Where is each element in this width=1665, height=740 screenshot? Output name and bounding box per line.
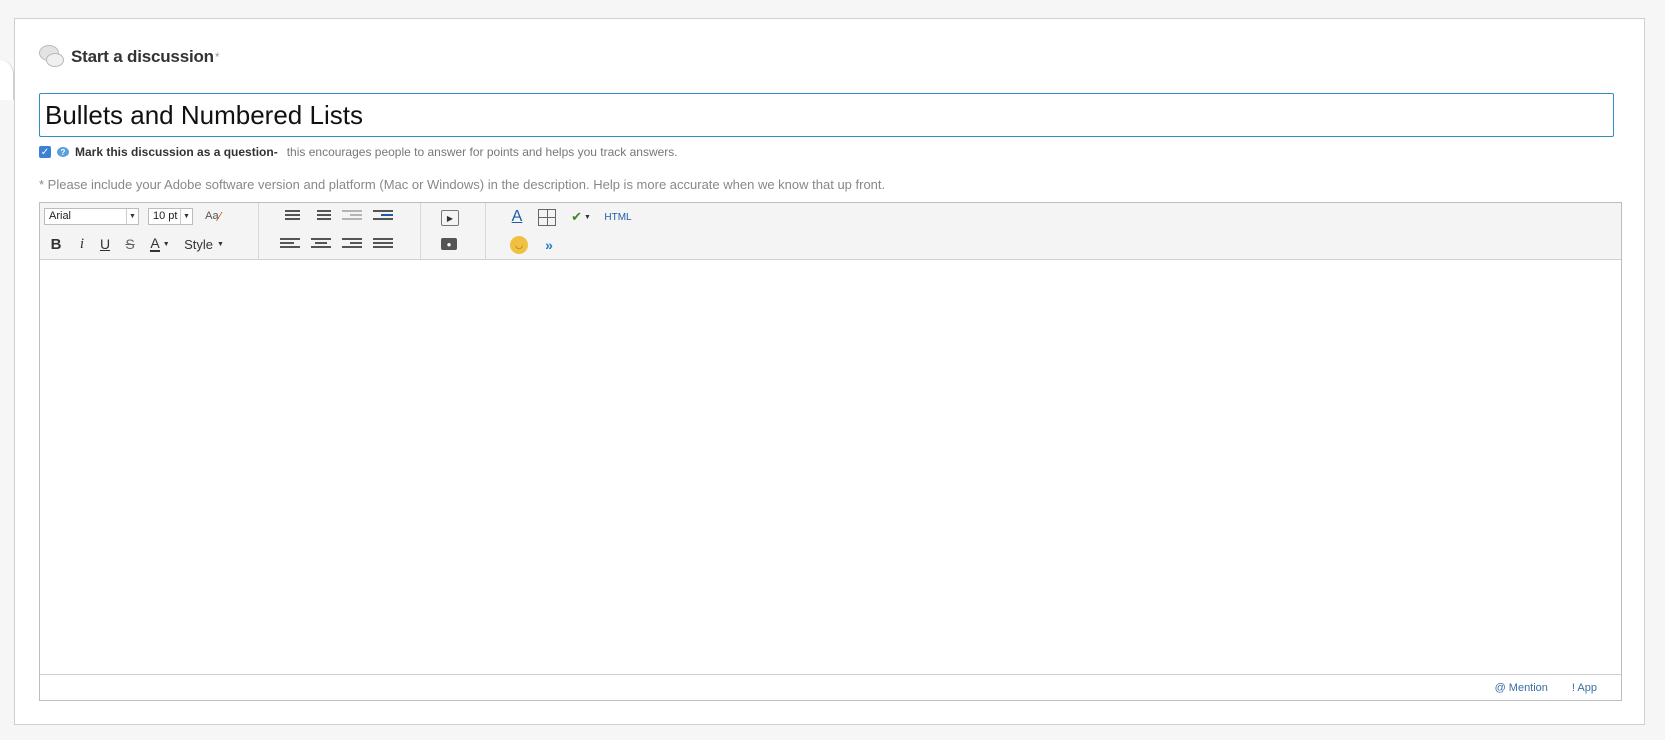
italic-icon[interactable]: i — [74, 235, 90, 253]
page-title: Start a discussion — [71, 47, 214, 66]
outdent-icon[interactable] — [342, 210, 362, 224]
question-description: this encourages people to answer for poi… — [286, 145, 678, 159]
rich-text-editor: Arial ▼ 10 pt ▼ Aa⁄ B i U S A▼ Style▼ — [39, 202, 1622, 701]
justify-icon[interactable] — [373, 238, 393, 252]
header: Start a discussion * — [39, 45, 220, 69]
indent-icon[interactable] — [373, 210, 393, 224]
app-link[interactable]: ! App — [1572, 682, 1597, 694]
align-right-icon[interactable] — [342, 238, 362, 252]
align-left-icon[interactable] — [280, 238, 300, 252]
html-button[interactable]: HTML — [603, 209, 633, 225]
clear-format-icon[interactable]: Aa ⁄ — [202, 206, 224, 226]
style-dropdown[interactable]: Style ▼ — [182, 235, 226, 253]
font-family-value: Arial — [49, 210, 72, 222]
bold-icon[interactable]: B — [48, 235, 64, 253]
question-row: ✓ ? Mark this discussion as a question- … — [39, 145, 678, 159]
more-icon[interactable]: » — [540, 236, 558, 254]
chevron-down-icon: ▼ — [216, 240, 224, 248]
question-icon: ? — [57, 147, 69, 157]
style-label: Style — [184, 236, 213, 252]
question-label: Mark this discussion as a question- — [75, 145, 278, 159]
spellcheck-icon[interactable]: ✔ ▼ — [565, 207, 597, 227]
discussion-panel: Start a discussion * Bullets and Numbere… — [14, 18, 1645, 725]
required-mark: * — [214, 50, 220, 64]
discussion-icon — [39, 45, 65, 69]
panel-tail — [0, 60, 14, 100]
bullet-list-icon[interactable] — [280, 210, 300, 224]
editor-toolbar: Arial ▼ 10 pt ▼ Aa⁄ B i U S A▼ Style▼ — [40, 203, 1621, 260]
font-size-value: 10 pt — [153, 210, 178, 222]
mention-link[interactable]: @ Mention — [1495, 682, 1548, 694]
image-icon[interactable]: ● — [441, 238, 457, 250]
media-icon[interactable]: ▶ — [441, 210, 459, 226]
chevron-down-icon: ▼ — [126, 209, 138, 224]
emoji-icon[interactable]: ◡ — [510, 236, 528, 254]
link-icon[interactable]: A — [506, 207, 528, 227]
numbered-list-icon[interactable] — [311, 210, 331, 224]
font-size-select[interactable]: 10 pt ▼ — [148, 208, 193, 225]
version-note: * Please include your Adobe software ver… — [39, 177, 886, 192]
align-center-icon[interactable] — [311, 238, 331, 252]
editor-body[interactable] — [40, 260, 1621, 676]
underline-icon[interactable]: U — [97, 235, 113, 253]
subject-input[interactable]: Bullets and Numbered Lists — [39, 93, 1614, 137]
strikethrough-icon[interactable]: S — [122, 235, 138, 253]
text-color-icon[interactable]: A ▼ — [147, 235, 173, 253]
font-family-select[interactable]: Arial ▼ — [44, 208, 139, 225]
chevron-down-icon: ▼ — [180, 209, 192, 224]
editor-footer: @ Mention ! App — [40, 674, 1621, 700]
question-checkbox[interactable]: ✓ — [39, 146, 51, 158]
table-icon[interactable] — [538, 209, 556, 226]
